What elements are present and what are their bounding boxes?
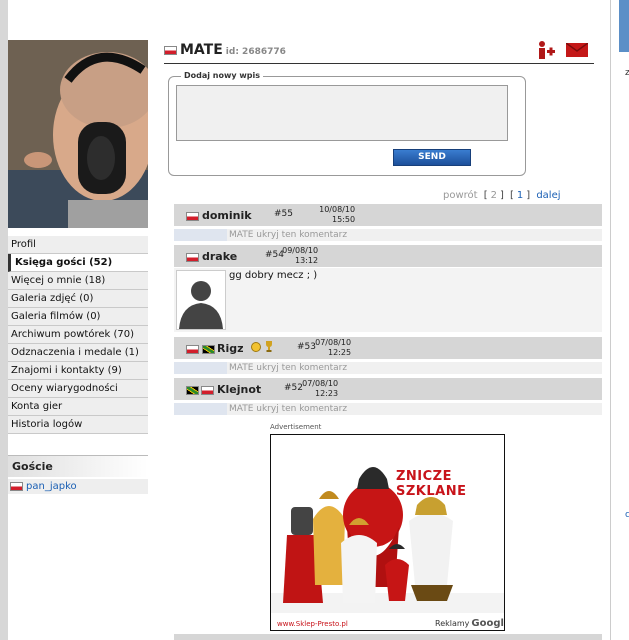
- menu-item-profil[interactable]: Profil: [8, 236, 148, 254]
- poland-flag-icon: [186, 252, 199, 262]
- entry-time: 12:25: [328, 348, 352, 357]
- hidden-comment-row: MATE ukryj ten komentarz: [174, 403, 602, 415]
- hide-comment-link[interactable]: MATE ukryj ten komentarz: [229, 362, 347, 374]
- menu-item-login-history[interactable]: Historia logów: [8, 416, 148, 434]
- poland-flag-icon: [164, 45, 177, 55]
- new-entry-form: Dodaj nowy wpis SEND: [168, 71, 526, 176]
- profile-header: MATE id: 2686776: [164, 40, 594, 64]
- pager-bracket: ]: [500, 190, 504, 201]
- entry-author-name[interactable]: drake: [202, 250, 237, 263]
- form-legend: Dodaj nowy wpis: [181, 71, 263, 80]
- guests-title: Goście: [8, 455, 148, 477]
- entry-header: dominik #55 10/08/10 15:50: [174, 204, 602, 226]
- profile-avatar: [8, 40, 148, 228]
- menu-item-videos[interactable]: Galeria filmów (0): [8, 308, 148, 326]
- ad-reklamy-text: Reklamy: [435, 619, 470, 628]
- mail-icon[interactable]: [566, 43, 588, 57]
- blue-edge: [619, 0, 629, 52]
- entry-time: 12:23: [315, 389, 339, 398]
- pagination: powrót [2] [1] dalej: [443, 190, 561, 201]
- ad-title: ZNICZE SZKLANE: [396, 469, 467, 499]
- jamaica-flag-icon: [186, 385, 199, 395]
- pager-current: 2: [490, 190, 498, 201]
- profile-menu: Profil Księga gości (52) Więcej o mnie (…: [8, 236, 148, 434]
- menu-item-game-accounts[interactable]: Konta gier: [8, 398, 148, 416]
- default-avatar: [176, 270, 226, 330]
- add-friend-icon[interactable]: [536, 40, 556, 60]
- hide-comment-link[interactable]: MATE ukryj ten komentarz: [229, 229, 347, 241]
- trophy-icon: [266, 341, 272, 352]
- entry-datetime: 10/08/10 15:50: [318, 205, 355, 225]
- menu-item-photos[interactable]: Galeria zdjęć (0): [8, 290, 148, 308]
- entry-author[interactable]: drake: [186, 250, 237, 263]
- entry-datetime: 07/08/10 12:25: [314, 338, 351, 358]
- entry-date: 10/08/10: [319, 205, 356, 214]
- comment-row: gg dobry mecz ; ): [174, 268, 602, 332]
- entry-date: 09/08/10: [282, 246, 319, 255]
- profile-id: id: 2686776: [225, 47, 286, 57]
- menu-item-ratings[interactable]: Oceny wiarygodności: [8, 380, 148, 398]
- hidden-comment-row: MATE ukryj ten komentarz: [174, 362, 602, 374]
- menu-item-friends[interactable]: Znajomi i kontakty (9): [8, 362, 148, 380]
- entry-header: Rigz #53 07/08/10 12:25: [174, 337, 602, 359]
- row-pad: [174, 229, 227, 241]
- pager-bracket: ]: [526, 190, 531, 201]
- profile-title: MATE id: 2686776: [164, 42, 286, 58]
- poland-flag-icon: [201, 385, 214, 395]
- poland-flag-icon: [186, 211, 199, 221]
- entry-header: drake #54 09/08/10 13:12: [174, 245, 602, 267]
- ad-url[interactable]: www.Sklep-Presto.pl: [277, 620, 348, 628]
- guest-item[interactable]: pan_japko: [8, 479, 148, 494]
- entry-number: #55: [274, 209, 293, 219]
- entry-datetime: 09/08/10 13:12: [281, 246, 318, 266]
- entry-header-bottom: [174, 634, 602, 640]
- jamaica-flag-icon: [202, 344, 215, 354]
- entry-header: Klejnot #52 07/08/10 12:23: [174, 378, 602, 400]
- entry-time: 15:50: [332, 215, 356, 224]
- google-logo: Google: [471, 618, 504, 629]
- entry-author[interactable]: dominik: [186, 209, 252, 222]
- ad-attribution[interactable]: ReklamyGoogle: [435, 618, 504, 629]
- entry-author-name[interactable]: Klejnot: [217, 383, 261, 396]
- menu-item-guestbook[interactable]: Księga gości (52): [8, 254, 148, 272]
- entry-date: 07/08/10: [302, 379, 339, 388]
- ad-label: Advertisement: [270, 423, 322, 431]
- smiley-icon: [251, 342, 261, 352]
- right-edge-strip: z c: [610, 0, 629, 640]
- poland-flag-icon: [10, 481, 23, 491]
- row-pad: [174, 362, 227, 374]
- profile-name: MATE: [180, 42, 223, 58]
- menu-item-medals[interactable]: Odznaczenia i medale (1): [8, 344, 148, 362]
- row-pad: [174, 403, 227, 415]
- poland-flag-icon: [186, 344, 199, 354]
- ad-banner[interactable]: ZNICZE SZKLANE www.Sklep-Presto.pl Rekla…: [270, 434, 505, 631]
- send-button[interactable]: SEND: [393, 149, 471, 166]
- entry-date: 07/08/10: [315, 338, 352, 347]
- comment-text: gg dobry mecz ; ): [229, 270, 318, 281]
- edge-letter-c: c: [625, 510, 629, 520]
- entry-author-name[interactable]: Rigz: [217, 342, 244, 355]
- hide-comment-link[interactable]: MATE ukryj ten komentarz: [229, 403, 347, 415]
- edge-letter-z: z: [625, 68, 629, 78]
- entry-author[interactable]: Klejnot: [186, 383, 261, 396]
- pager-bracket: [: [509, 190, 514, 201]
- entry-datetime: 07/08/10 12:23: [301, 379, 338, 399]
- guest-name[interactable]: pan_japko: [26, 481, 77, 492]
- entry-author[interactable]: Rigz: [186, 342, 244, 355]
- pager-page-1[interactable]: 1: [517, 190, 523, 201]
- entry-author-name[interactable]: dominik: [202, 209, 252, 222]
- pager-bracket: [: [483, 190, 488, 201]
- entry-textarea[interactable]: [176, 85, 508, 141]
- candles-illustration: [271, 467, 504, 613]
- pager-prev[interactable]: powrót: [443, 190, 478, 201]
- pager-next[interactable]: dalej: [536, 190, 560, 201]
- menu-item-about[interactable]: Więcej o mnie (18): [8, 272, 148, 290]
- menu-item-replays[interactable]: Archiwum powtórek (70): [8, 326, 148, 344]
- hidden-comment-row: MATE ukryj ten komentarz: [174, 229, 602, 241]
- entry-time: 13:12: [295, 256, 319, 265]
